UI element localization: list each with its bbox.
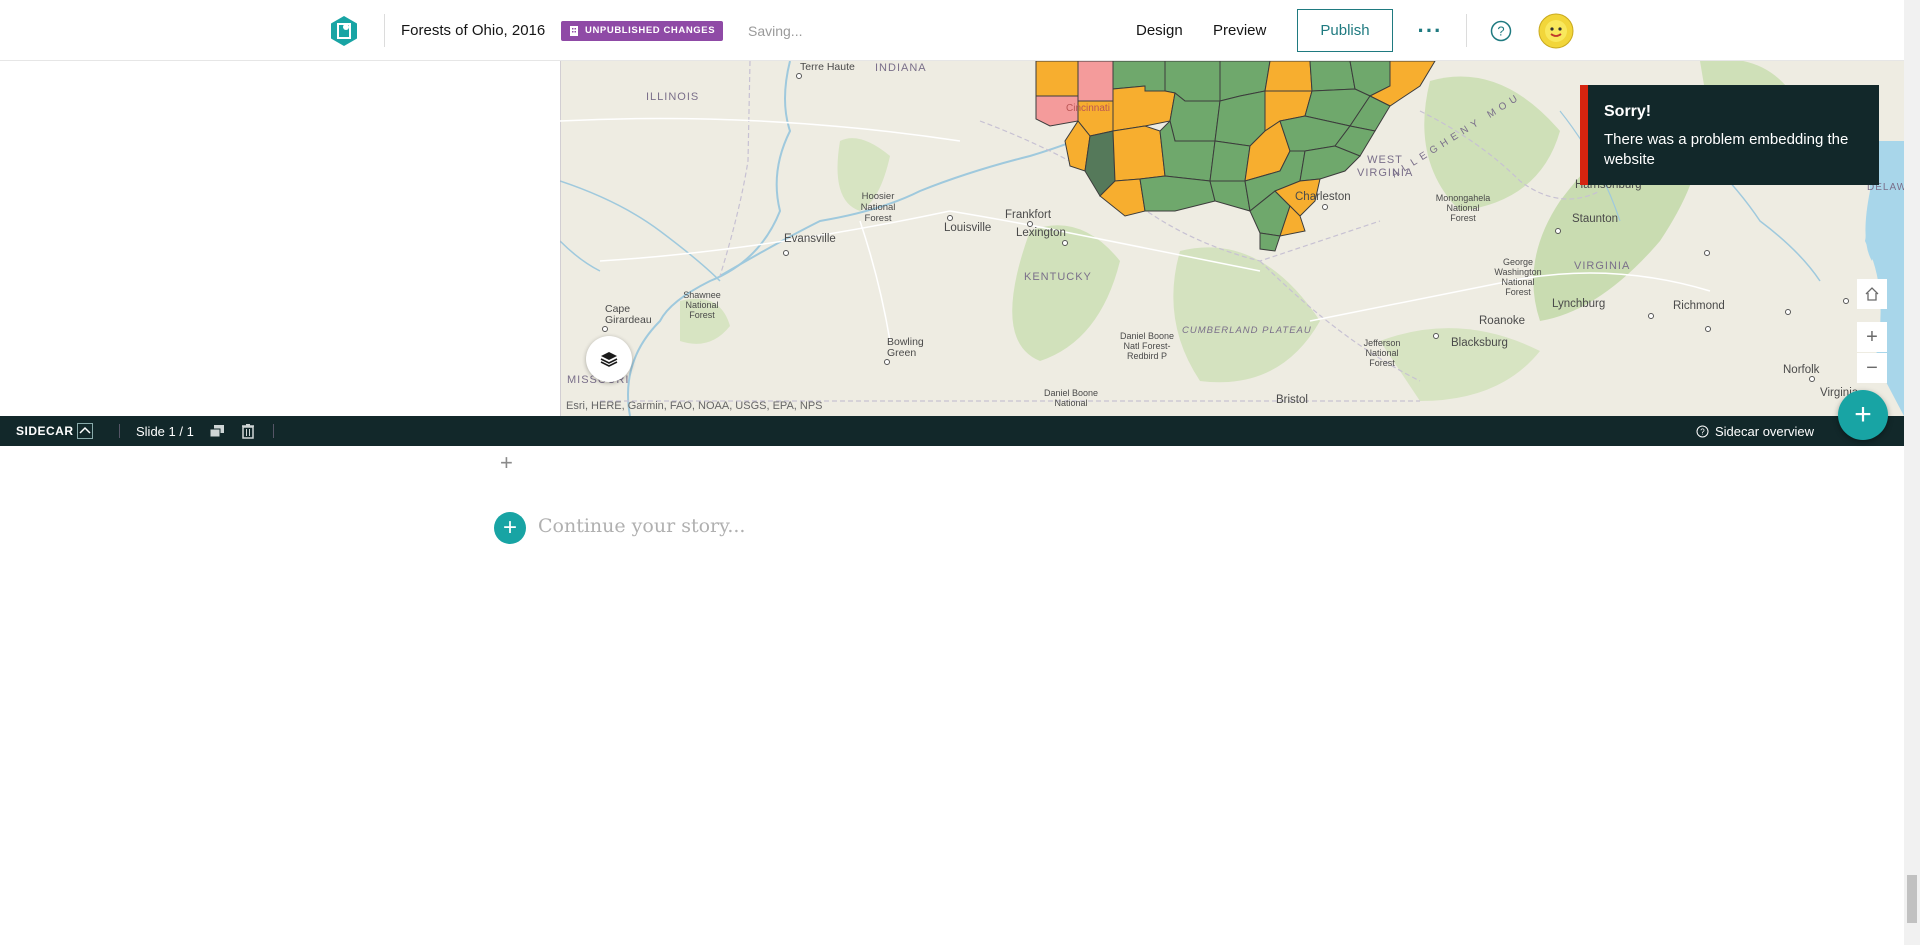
add-slide-button[interactable]: + bbox=[1838, 390, 1888, 440]
home-icon[interactable] bbox=[1857, 279, 1887, 309]
zoom-in-icon[interactable]: + bbox=[1857, 322, 1887, 352]
divider bbox=[119, 424, 120, 438]
continue-story-placeholder[interactable]: Continue your story... bbox=[538, 515, 745, 537]
help-icon: ? bbox=[1696, 425, 1709, 437]
map-label: Norfolk bbox=[1783, 364, 1820, 376]
sidecar-overview-link[interactable]: ? Sidecar overview bbox=[1696, 416, 1814, 446]
map-label: Richmond bbox=[1673, 300, 1725, 312]
sidecar-overview-label: Sidecar overview bbox=[1715, 423, 1814, 439]
map-label: Lynchburg bbox=[1552, 298, 1606, 310]
badge-label: UNPUBLISHED CHANGES bbox=[585, 25, 716, 36]
svg-text:?: ? bbox=[1497, 23, 1504, 38]
preview-button[interactable]: Preview bbox=[1213, 0, 1266, 61]
map-label: Jefferson National Forest bbox=[1363, 338, 1401, 368]
scrollbar[interactable] bbox=[1904, 0, 1920, 945]
duplicate-icon[interactable] bbox=[209, 416, 225, 446]
map-label: Hoosier National Forest bbox=[860, 191, 896, 224]
avatar[interactable] bbox=[1536, 0, 1576, 61]
map-label: Evansville bbox=[784, 233, 836, 245]
unpublished-badge: UNPUBLISHED CHANGES bbox=[561, 0, 724, 61]
zoom-out-icon[interactable]: − bbox=[1857, 353, 1887, 383]
publish-button[interactable]: Publish bbox=[1297, 9, 1393, 52]
divider bbox=[273, 424, 274, 438]
map-label: Blacksburg bbox=[1451, 337, 1508, 349]
map-attribution: Esri, HERE, Garmin, FAO, NOAA, USGS, EPA… bbox=[566, 400, 823, 412]
map-label: INDIANA bbox=[875, 62, 927, 74]
storymaps-logo-icon[interactable] bbox=[328, 0, 360, 61]
layers-icon[interactable] bbox=[586, 336, 632, 382]
map-label: ILLINOIS bbox=[646, 91, 700, 103]
slide-counter: Slide 1 / 1 bbox=[136, 423, 194, 439]
divider bbox=[384, 14, 385, 47]
map-label: Frankfort bbox=[1005, 209, 1052, 221]
svg-text:?: ? bbox=[1700, 427, 1705, 436]
toast-title: Sorry! bbox=[1604, 103, 1652, 120]
map-label: Lexington bbox=[1016, 227, 1066, 239]
map-label: CUMBERLAND PLATEAU bbox=[1182, 325, 1312, 336]
map-label: George Washington National Forest bbox=[1494, 257, 1542, 297]
map-label: Monongahela National Forest bbox=[1435, 193, 1491, 223]
map-label: Staunton bbox=[1572, 213, 1619, 225]
help-icon[interactable]: ? bbox=[1489, 0, 1513, 61]
map-label: Cincinnati bbox=[1066, 103, 1110, 114]
map-label: KENTUCKY bbox=[1024, 271, 1092, 283]
toast-message: There was a problem embedding the websit… bbox=[1604, 131, 1849, 168]
chevron-up-icon[interactable] bbox=[77, 416, 93, 446]
map-label: Cape Girardeau bbox=[605, 303, 652, 326]
building-icon bbox=[570, 26, 578, 36]
ellipsis-icon[interactable]: ··· bbox=[1418, 0, 1442, 61]
map-label: Bristol bbox=[1276, 394, 1308, 406]
map-label: Louisville bbox=[944, 222, 992, 234]
map-label: Terre Haute bbox=[800, 61, 855, 73]
top-bar: Forests of Ohio, 2016 UNPUBLISHED CHANGE… bbox=[0, 0, 1904, 61]
map-label: Bowling Green bbox=[887, 336, 924, 359]
map-label: Daniel Boone Natl Forest-Redbird P bbox=[1119, 331, 1175, 361]
map-label: Charleston bbox=[1295, 191, 1351, 203]
map-label: VIRGINIA bbox=[1574, 260, 1631, 272]
add-content-button[interactable]: + bbox=[494, 512, 526, 544]
divider bbox=[1466, 14, 1467, 47]
sidecar-label: SIDECAR bbox=[16, 424, 74, 438]
add-block-icon[interactable]: + bbox=[500, 452, 513, 474]
map-label: Daniel Boone National bbox=[1043, 388, 1099, 408]
error-toast: Sorry! There was a problem embedding the… bbox=[1580, 85, 1879, 185]
scrollbar-thumb[interactable] bbox=[1907, 875, 1917, 923]
sidecar-toolbar: SIDECAR Slide 1 / 1 ? Sidecar overview bbox=[0, 416, 1904, 446]
design-button[interactable]: Design bbox=[1136, 0, 1183, 61]
map-label: Roanoke bbox=[1479, 315, 1526, 327]
map-label: Shawnee National Forest bbox=[683, 290, 721, 320]
publish-button-wrap: Publish bbox=[1297, 0, 1393, 61]
saving-status: Saving... bbox=[748, 22, 803, 39]
trash-icon[interactable] bbox=[241, 416, 255, 446]
story-title[interactable]: Forests of Ohio, 2016 bbox=[401, 0, 545, 61]
